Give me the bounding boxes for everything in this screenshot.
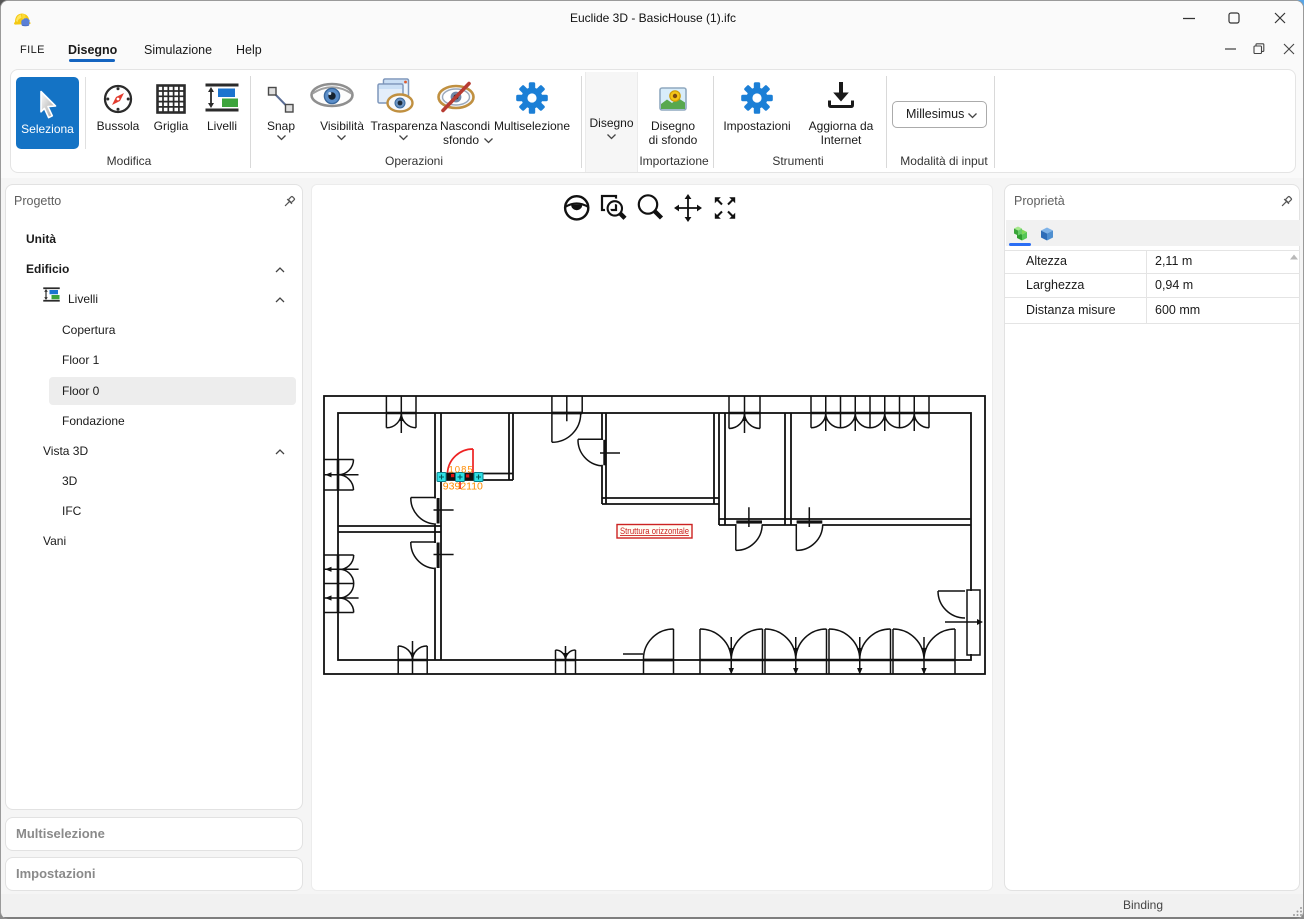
svg-text:9392110: 9392110 bbox=[443, 481, 483, 493]
svg-text:1085: 1085 bbox=[449, 465, 474, 476]
svg-text:Struttura orizzontale: Struttura orizzontale bbox=[620, 526, 689, 536]
